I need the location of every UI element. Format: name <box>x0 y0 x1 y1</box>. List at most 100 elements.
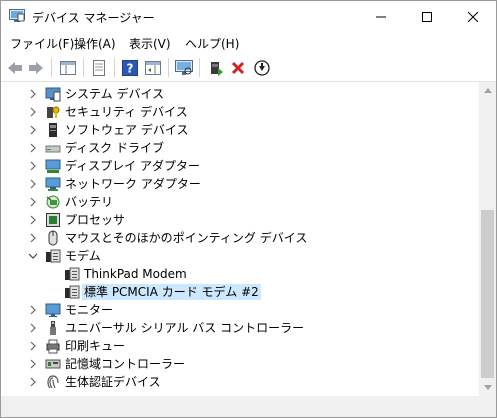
scan-hardware-changes-button[interactable] <box>173 57 195 79</box>
chevron-right-icon[interactable] <box>28 196 38 208</box>
security-devices-icon <box>45 104 61 120</box>
show-hide-console-tree-icon <box>60 61 76 75</box>
print-queue-icon <box>45 338 61 354</box>
tree-item-label: セキュリティ デバイス <box>65 105 188 119</box>
title-bar[interactable]: デバイス マネージャー <box>1 1 496 32</box>
menu-action[interactable]: 操作(A) <box>74 35 116 52</box>
tree-item-label: ディスプレイ アダプター <box>65 159 200 173</box>
tree-item[interactable]: プロセッサ <box>1 211 479 229</box>
menu-file[interactable]: ファイル(F) <box>10 35 74 52</box>
uninstall-device-icon <box>231 61 245 75</box>
tree-item-label: モニター <box>65 303 114 317</box>
tree-item[interactable]: 記憶域コントローラー <box>1 355 479 373</box>
tree-item-label: ユニバーサル シリアル バス コントローラー <box>65 321 305 335</box>
monitor-icon <box>45 302 61 318</box>
minimize-icon <box>375 16 386 17</box>
horizontal-scrollbar[interactable] <box>1 396 479 413</box>
device-manager-icon <box>9 9 25 23</box>
show-hide-console-tree-button[interactable] <box>57 57 79 79</box>
menu-view[interactable]: 表示(V) <box>129 35 171 52</box>
tree-item-label: 標準 PCMCIA カード モデム #2 <box>82 284 261 300</box>
tree-item[interactable]: マウスとそのほかのポインティング デバイス <box>1 229 479 247</box>
chevron-right-icon[interactable] <box>28 358 38 370</box>
chevron-right-icon[interactable] <box>28 124 38 136</box>
close-button[interactable] <box>450 1 495 32</box>
tree-item-label: モデム <box>65 249 101 263</box>
help-icon: ? <box>122 60 138 76</box>
window-title: デバイス マネージャー <box>32 11 155 25</box>
chevron-right-icon[interactable] <box>28 232 38 244</box>
tree-item[interactable]: バッテリ <box>1 193 479 211</box>
scroll-down-button[interactable] <box>479 379 496 396</box>
disable-device-button[interactable] <box>251 57 273 79</box>
device-tree[interactable]: システム デバイスセキュリティ デバイス ソフトウェア デバイス ディスク ドライブ… <box>1 82 479 396</box>
toolbar-separator <box>83 58 84 77</box>
mouse-icon <box>45 230 61 246</box>
display-adapter-icon <box>45 158 61 174</box>
chevron-right-icon[interactable] <box>28 322 38 334</box>
chevron-down-icon <box>483 385 492 390</box>
chevron-up-icon <box>483 88 492 93</box>
vertical-scrollbar[interactable] <box>479 82 496 396</box>
chevron-right-icon[interactable] <box>28 178 38 190</box>
scroll-thumb[interactable] <box>481 210 494 378</box>
chevron-right-icon[interactable] <box>28 214 38 226</box>
tree-item[interactable]: モニター <box>1 301 479 319</box>
toolbar-separator <box>168 58 169 77</box>
update-driver-icon <box>211 62 223 76</box>
tree-item-label: 生体認証デバイス <box>65 375 161 389</box>
back-arrow-icon <box>8 62 22 74</box>
minimize-button[interactable] <box>358 1 403 32</box>
tree-item[interactable]: 標準 PCMCIA カード モデム #2 <box>1 283 479 301</box>
biometric-devices-icon <box>45 374 61 390</box>
tree-item[interactable]: 生体認証デバイス <box>1 373 479 391</box>
tree-item[interactable]: ネットワーク アダプター <box>1 175 479 193</box>
tree-item[interactable]: ディスク ドライブ <box>1 139 479 157</box>
chevron-right-icon[interactable] <box>28 304 38 316</box>
chevron-down-icon[interactable] <box>28 250 38 262</box>
tree-item[interactable]: ユニバーサル シリアル バス コントローラー <box>1 319 479 337</box>
processor-icon <box>45 212 61 228</box>
toolbar-separator <box>51 58 52 77</box>
tree-item[interactable]: モデム <box>1 247 479 265</box>
scroll-up-button[interactable] <box>479 82 496 99</box>
tree-item-label: ディスク ドライブ <box>65 141 164 155</box>
back-button[interactable] <box>4 57 26 79</box>
forward-arrow-icon <box>29 62 43 74</box>
action-pane-icon <box>145 61 161 75</box>
disk-drive-icon <box>45 140 61 156</box>
tree-item[interactable]: セキュリティ デバイス <box>1 103 479 121</box>
uninstall-device-button[interactable] <box>227 57 249 79</box>
toolbar-separator <box>114 58 115 77</box>
network-adapter-icon <box>45 176 61 192</box>
tree-item-label: バッテリ <box>65 195 114 209</box>
chevron-right-icon[interactable] <box>28 160 38 172</box>
modem-icon <box>64 266 80 282</box>
chevron-right-icon[interactable] <box>28 106 38 118</box>
tree-item[interactable]: システム デバイス <box>1 85 479 103</box>
disable-device-icon <box>254 60 270 76</box>
tree-item[interactable]: ThinkPad Modem <box>1 265 479 283</box>
tree-item-label: ソフトウェア デバイス <box>65 123 189 137</box>
tree-item[interactable]: ディスプレイ アダプター <box>1 157 479 175</box>
chevron-right-icon[interactable] <box>28 88 38 100</box>
menu-help[interactable]: ヘルプ(H) <box>185 35 239 52</box>
tree-item[interactable]: ソフトウェア デバイス <box>1 121 479 139</box>
scan-hardware-changes-icon <box>175 60 193 75</box>
modem-icon <box>64 284 80 300</box>
tree-item[interactable]: 印刷キュー <box>1 337 479 355</box>
forward-button[interactable] <box>25 57 47 79</box>
chevron-right-icon[interactable] <box>28 142 38 154</box>
tree-item-label: プロセッサ <box>65 213 126 227</box>
device-manager-window: デバイス マネージャー ファイル(F) 操作(A) 表示(V) ヘルプ(H) ?… <box>0 0 497 418</box>
tree-item-label: ThinkPad Modem <box>84 267 187 281</box>
properties-button[interactable] <box>88 57 110 79</box>
update-driver-button[interactable] <box>205 57 227 79</box>
chevron-right-icon[interactable] <box>28 340 38 352</box>
maximize-button[interactable] <box>404 1 449 32</box>
action-pane-button[interactable] <box>142 57 164 79</box>
chevron-right-icon[interactable] <box>28 376 38 388</box>
toolbar: ? <box>1 54 496 82</box>
help-button[interactable]: ? <box>119 57 141 79</box>
usb-controller-icon <box>45 320 61 336</box>
